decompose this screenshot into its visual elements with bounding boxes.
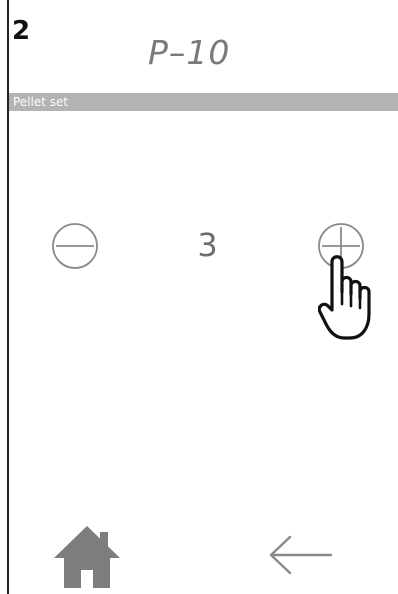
section-header-bar: Pellet set bbox=[9, 93, 398, 111]
arrow-left-icon bbox=[269, 535, 333, 575]
plus-circle-icon bbox=[318, 223, 364, 269]
step-number: 2 bbox=[12, 16, 31, 46]
screen-title: P–10 bbox=[148, 33, 231, 72]
device-screen bbox=[7, 0, 398, 594]
increase-button[interactable] bbox=[317, 222, 365, 270]
section-label: Pellet set bbox=[13, 95, 69, 109]
home-button[interactable] bbox=[52, 524, 122, 588]
back-button[interactable] bbox=[268, 535, 333, 575]
home-icon bbox=[54, 526, 120, 588]
